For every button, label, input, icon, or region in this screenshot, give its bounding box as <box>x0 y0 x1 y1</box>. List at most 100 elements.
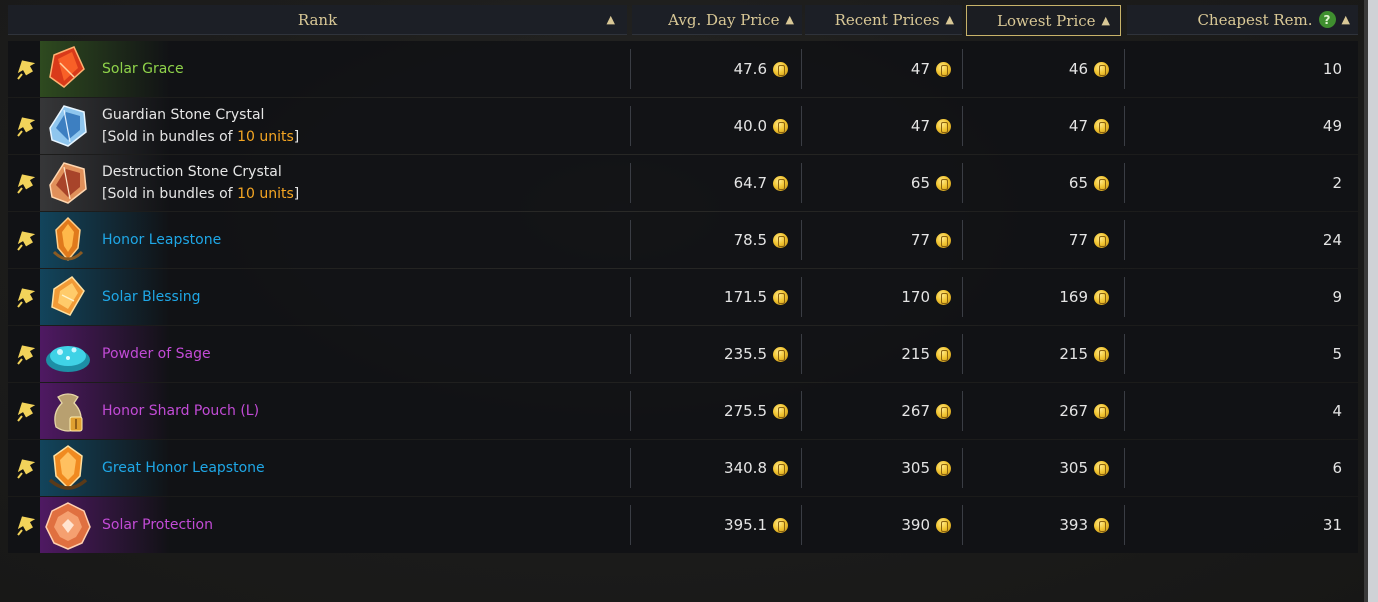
column-divider <box>1124 49 1125 89</box>
pin-icon[interactable] <box>16 115 38 137</box>
market-table: Solar Grace 47.6 47 46 10 Guardian Stone Crys… <box>8 41 1358 554</box>
help-icon[interactable]: ? <box>1318 11 1336 28</box>
pin-icon[interactable] <box>16 514 38 536</box>
sort-asc-icon[interactable]: ▲ <box>1342 13 1350 26</box>
avg-day-price-value: 275.5 <box>724 402 767 420</box>
gold-coin-icon <box>936 118 951 134</box>
cheapest-remaining: 49 <box>1323 98 1342 154</box>
column-divider <box>1124 448 1125 488</box>
item-name[interactable]: Solar Blessing <box>102 269 200 325</box>
item-name-label: Powder of Sage <box>102 346 211 362</box>
recent-price-value: 267 <box>901 402 930 420</box>
cheapest-remaining-value: 10 <box>1322 60 1342 78</box>
gold-coin-icon <box>936 403 951 419</box>
recent-price: 65 <box>801 155 951 211</box>
item-name[interactable]: Solar Grace <box>102 41 184 97</box>
table-row[interactable]: Guardian Stone Crystal [Sold in bundles o… <box>8 98 1358 154</box>
pin-icon[interactable] <box>16 172 38 194</box>
item-name[interactable]: Honor Leapstone <box>102 212 221 268</box>
sort-asc-icon[interactable]: ▲ <box>946 13 954 26</box>
recent-price: 47 <box>801 41 951 97</box>
pin-icon[interactable] <box>16 229 38 251</box>
table-row[interactable]: Honor Shard Pouch (L) 275.5 267 267 4 <box>8 383 1358 439</box>
recent-price-value: 77 <box>910 231 930 249</box>
gold-coin-icon <box>936 346 951 362</box>
avg-day-price: 40.0 <box>630 98 788 154</box>
gold-coin-icon <box>1094 403 1109 419</box>
sort-asc-icon[interactable]: ▲ <box>607 13 615 26</box>
pin-icon[interactable] <box>16 286 38 308</box>
header-rank[interactable]: Rank ▲ <box>8 5 627 35</box>
pin-icon[interactable] <box>16 400 38 422</box>
cheapest-remaining: 5 <box>1332 326 1342 382</box>
lowest-price: 65 <box>962 155 1109 211</box>
bundle-note: [Sold in bundles of 10 units] <box>102 126 299 148</box>
table-row[interactable]: Powder of Sage 235.5 215 215 5 <box>8 326 1358 382</box>
avg-day-price: 340.8 <box>630 440 788 496</box>
cheapest-remaining-value: 49 <box>1322 117 1342 135</box>
table-header: Rank ▲ Avg. Day Price ▲ Recent Prices ▲ … <box>8 5 1358 37</box>
bundle-note-units: 10 units <box>237 186 294 202</box>
item-name[interactable]: Guardian Stone Crystal [Sold in bundles o… <box>102 98 299 154</box>
cheapest-remaining: 24 <box>1323 212 1342 268</box>
item-name[interactable]: Destruction Stone Crystal [Sold in bundle… <box>102 155 299 211</box>
header-cheapest-rem[interactable]: Cheapest Rem. ? ▲ <box>1127 5 1358 35</box>
table-row[interactable]: Solar Grace 47.6 47 46 10 <box>8 41 1358 97</box>
gold-coin-icon <box>773 403 788 419</box>
avg-day-price: 395.1 <box>630 497 788 553</box>
item-name[interactable]: Honor Shard Pouch (L) <box>102 383 259 439</box>
pin-icon[interactable] <box>16 457 38 479</box>
lowest-price-value: 215 <box>1059 345 1088 363</box>
table-row[interactable]: Great Honor Leapstone 340.8 305 305 6 <box>8 440 1358 496</box>
bundle-note-prefix: [Sold in bundles of <box>102 186 238 202</box>
gold-coin-icon <box>1094 517 1109 533</box>
item-name[interactable]: Powder of Sage <box>102 326 211 382</box>
avg-day-price-value: 340.8 <box>724 459 767 477</box>
avg-day-price: 171.5 <box>630 269 788 325</box>
sort-asc-icon[interactable]: ▲ <box>786 13 794 26</box>
avg-day-price-value: 64.7 <box>733 174 767 192</box>
column-divider <box>1124 163 1125 203</box>
gold-coin-icon <box>1094 460 1109 476</box>
pin-icon[interactable] <box>16 343 38 365</box>
header-recent-prices[interactable]: Recent Prices ▲ <box>805 5 962 35</box>
recent-price-value: 65 <box>910 174 930 192</box>
avg-day-price: 235.5 <box>630 326 788 382</box>
table-row[interactable]: Honor Leapstone 78.5 77 77 24 <box>8 212 1358 268</box>
gold-coin-icon <box>773 460 788 476</box>
bundle-note-suffix: ] <box>293 129 300 145</box>
column-divider <box>1124 334 1125 374</box>
item-name-label: Solar Protection <box>102 517 213 533</box>
table-row[interactable]: Solar Protection 395.1 390 393 31 <box>8 497 1358 553</box>
cheapest-remaining: 2 <box>1332 155 1342 211</box>
column-divider <box>1124 505 1125 545</box>
cheapest-remaining: 9 <box>1332 269 1342 325</box>
recent-price-value: 47 <box>910 117 930 135</box>
item-name[interactable]: Solar Protection <box>102 497 213 553</box>
header-avg-day-price[interactable]: Avg. Day Price ▲ <box>632 5 802 35</box>
lowest-price-value: 46 <box>1068 60 1088 78</box>
table-row[interactable]: Solar Blessing 171.5 170 169 9 <box>8 269 1358 325</box>
bundle-note: [Sold in bundles of 10 units] <box>102 183 299 205</box>
lowest-price-value: 77 <box>1068 231 1088 249</box>
table-row[interactable]: Destruction Stone Crystal [Sold in bundle… <box>8 155 1358 211</box>
item-name[interactable]: Great Honor Leapstone <box>102 440 265 496</box>
item-name-label: Guardian Stone Crystal <box>102 107 265 123</box>
recent-price: 390 <box>801 497 951 553</box>
header-lowest-price[interactable]: Lowest Price ▲ <box>966 5 1121 36</box>
recent-price-value: 47 <box>910 60 930 78</box>
lowest-price-value: 47 <box>1068 117 1088 135</box>
gold-coin-icon <box>1094 346 1109 362</box>
item-name-label: Solar Grace <box>102 61 184 77</box>
avg-day-price-value: 47.6 <box>733 60 767 78</box>
pin-icon[interactable] <box>16 58 38 80</box>
column-divider <box>1124 277 1125 317</box>
gold-coin-icon <box>936 175 951 191</box>
lowest-price-value: 393 <box>1059 516 1088 534</box>
sort-asc-icon[interactable]: ▲ <box>1102 14 1110 27</box>
avg-day-price-value: 78.5 <box>733 231 767 249</box>
cheapest-remaining-value: 9 <box>1332 288 1342 306</box>
recent-price-value: 215 <box>901 345 930 363</box>
header-recent-prices-label: Recent Prices <box>834 10 940 29</box>
scrollbar-track[interactable] <box>1364 0 1378 602</box>
